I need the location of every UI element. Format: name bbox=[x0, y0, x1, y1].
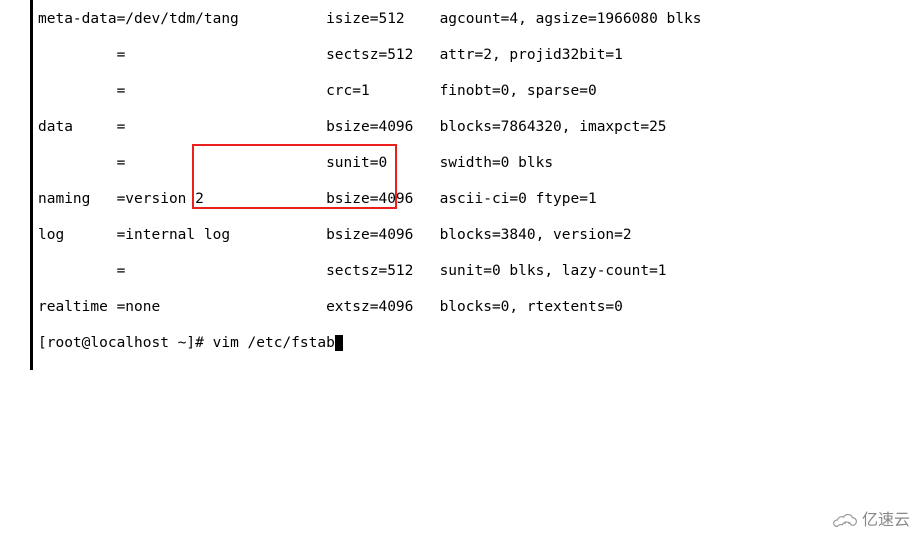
output-line: meta-data=/dev/tdm/tang isize=512 agcoun… bbox=[38, 10, 701, 28]
output-line: = sectsz=512 attr=2, projid32bit=1 bbox=[38, 46, 701, 64]
shell-prompt: [root@localhost ~]# bbox=[38, 335, 213, 351]
output-line: realtime =none extsz=4096 blocks=0, rtex… bbox=[38, 298, 701, 316]
cursor bbox=[335, 335, 343, 351]
prompt-line[interactable]: [root@localhost ~]# vim /etc/fstab bbox=[38, 334, 701, 352]
command-text: vim /etc/fstab bbox=[213, 335, 335, 351]
watermark-text: 亿速云 bbox=[862, 512, 910, 530]
terminal-output: meta-data=/dev/tdm/tang isize=512 agcoun… bbox=[30, 0, 701, 370]
output-line: log =internal log bsize=4096 blocks=3840… bbox=[38, 226, 701, 244]
output-line: naming =version 2 bsize=4096 ascii-ci=0 … bbox=[38, 190, 701, 208]
output-line: = sectsz=512 sunit=0 blks, lazy-count=1 bbox=[38, 262, 701, 280]
output-line: = crc=1 finobt=0, sparse=0 bbox=[38, 82, 701, 100]
output-line: = sunit=0 swidth=0 blks bbox=[38, 154, 701, 172]
watermark: 亿速云 bbox=[832, 512, 910, 530]
cloud-icon bbox=[832, 512, 858, 530]
output-line: data = bsize=4096 blocks=7864320, imaxpc… bbox=[38, 118, 701, 136]
